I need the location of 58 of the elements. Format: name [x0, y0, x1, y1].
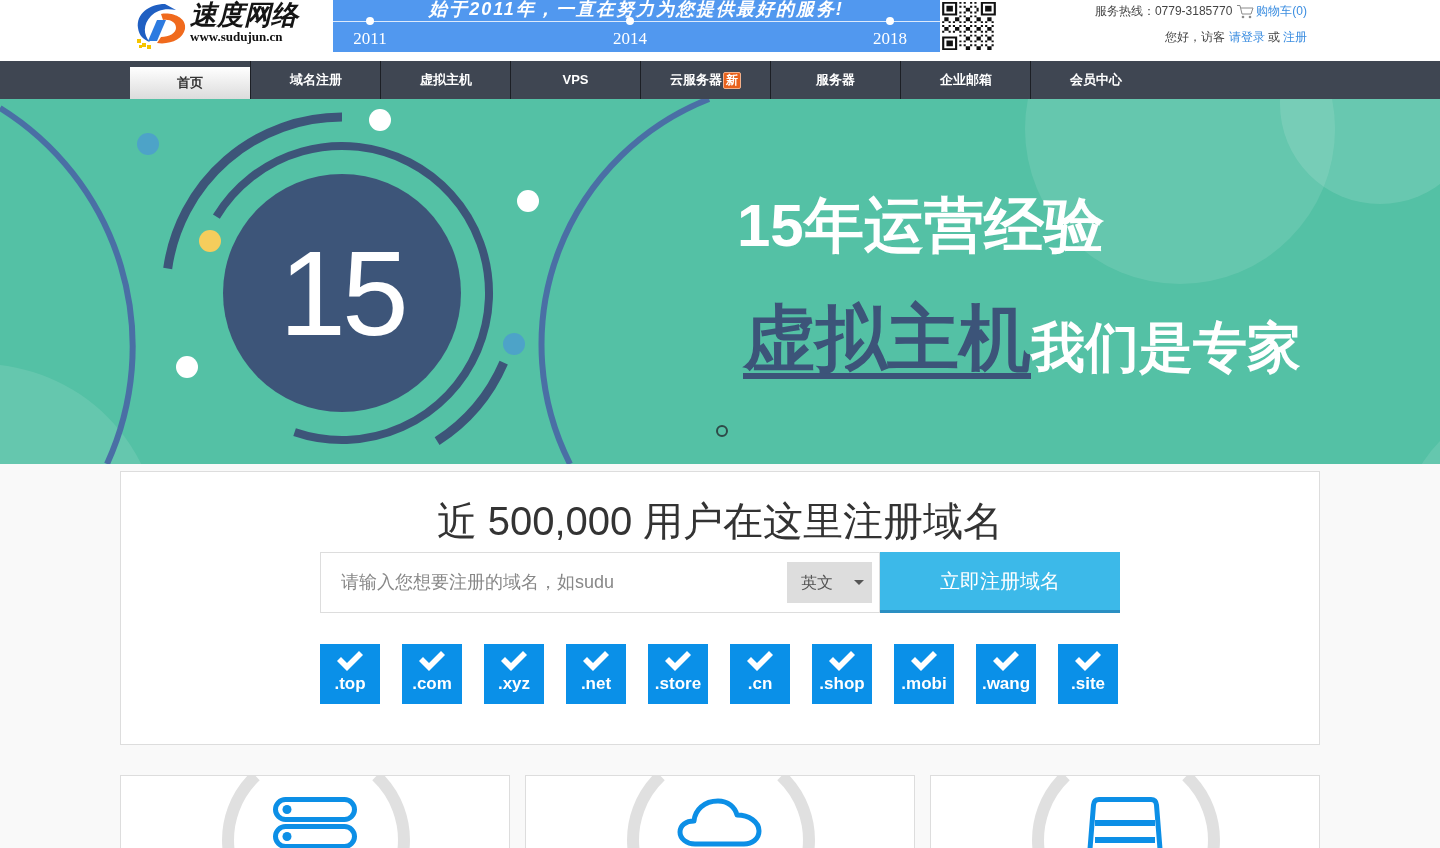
milestone-year: 2014 [613, 30, 647, 48]
server-stack-icon [273, 797, 357, 848]
nav-tab[interactable]: 会员中心 [1031, 61, 1160, 99]
extension-checkbox[interactable]: .net [566, 644, 626, 704]
nav-tab[interactable]: 虚拟主机 [381, 61, 510, 99]
cart-link[interactable]: 购物车(0) [1256, 3, 1307, 19]
check-icon [993, 651, 1019, 671]
nav-tab[interactable]: VPS [511, 61, 640, 99]
check-icon [1075, 651, 1101, 671]
cloud-icon [677, 797, 763, 848]
language-select[interactable]: 英文 [787, 562, 872, 603]
check-icon [419, 651, 445, 671]
check-icon [747, 651, 773, 671]
hotline-text: 服务热线：0779-3185770 [1094, 3, 1233, 19]
or-text: 或 [1268, 29, 1280, 45]
new-badge: 新 [723, 71, 741, 89]
extension-checkbox[interactable]: .shop [812, 644, 872, 704]
year-number: 15 [279, 233, 405, 353]
logo-name: 速度网络 [190, 0, 298, 30]
dot-icon [137, 133, 159, 155]
check-icon [337, 651, 363, 671]
extension-checkbox[interactable]: .com [402, 644, 462, 704]
server-rack-icon [1087, 797, 1163, 848]
nav-tab[interactable]: 首页 [130, 67, 250, 99]
banner-tagline: 我们是专家 [1031, 319, 1301, 375]
extension-checkbox[interactable]: .store [648, 644, 708, 704]
extension-checkbox[interactable]: .cn [730, 644, 790, 704]
extension-checkbox[interactable]: .mobi [894, 644, 954, 704]
nav-tab[interactable]: 域名注册 [251, 61, 380, 99]
greeting-text: 您好，访客 [1165, 29, 1225, 45]
milestone-year: 2011 [353, 30, 387, 48]
check-icon [911, 651, 937, 671]
check-icon [665, 651, 691, 671]
dot-icon [369, 109, 391, 131]
search-title: 近 500,000 用户在这里注册域名 [436, 498, 1004, 544]
register-link[interactable]: 注册 [1283, 29, 1307, 45]
caret-icon [854, 580, 864, 585]
extension-checkbox[interactable]: .wang [976, 644, 1036, 704]
banner-headline: 15年运营经验 [737, 193, 1105, 259]
nav-tab[interactable]: 云服务器 新 [641, 61, 770, 99]
login-link[interactable]: 请登录 [1229, 29, 1265, 45]
dot-icon [517, 190, 539, 212]
logo-url: www.sudujun.cn [190, 30, 284, 44]
dot-icon [176, 356, 198, 378]
extension-checkbox[interactable]: .top [320, 644, 380, 704]
dot-icon [199, 230, 221, 252]
cart-icon[interactable] [1236, 3, 1255, 19]
milestone-year: 2018 [873, 30, 907, 48]
check-icon [583, 651, 609, 671]
extension-checkbox[interactable]: .xyz [484, 644, 544, 704]
extension-checkbox[interactable]: .site [1058, 644, 1118, 704]
check-icon [829, 651, 855, 671]
register-button[interactable]: 立即注册域名 [880, 552, 1120, 613]
nav-tab[interactable]: 企业邮箱 [901, 61, 1030, 99]
check-icon [501, 651, 527, 671]
dot-icon [503, 333, 525, 355]
nav-tab[interactable]: 服务器 [771, 61, 900, 99]
slogan-text: 始于2011年，一直在努力为您提供最好的服务! [429, 0, 844, 18]
